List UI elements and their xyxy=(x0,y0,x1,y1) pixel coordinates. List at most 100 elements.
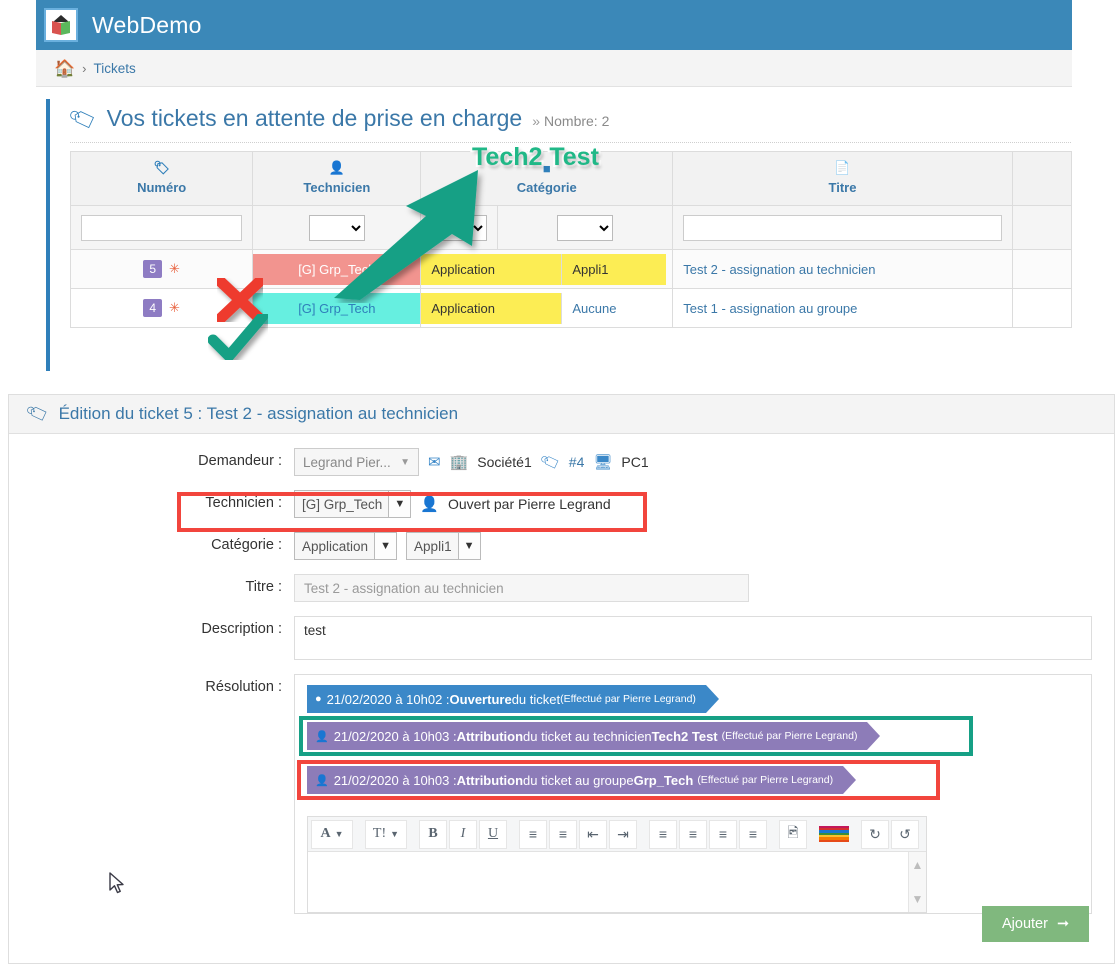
align-justify-icon[interactable]: ≡ xyxy=(739,819,767,849)
ticket-number-badge: 4 xyxy=(143,299,163,317)
ticket-list-panel: 🏷 Vos tickets en attente de prise en cha… xyxy=(46,99,1072,371)
editor-content-area[interactable]: ▲ ▼ xyxy=(308,852,926,912)
filter-input-titre[interactable] xyxy=(683,214,1002,241)
align-left-icon[interactable]: ≡ xyxy=(649,819,677,849)
technicien-select[interactable]: [G] Grp_Tech ▼ xyxy=(294,490,412,518)
field-row-titre: Titre : Test 2 - assignation au technici… xyxy=(9,574,1114,602)
chevron-down-icon: ▼ xyxy=(457,533,480,559)
categorie-select[interactable]: Application ▼ xyxy=(294,532,398,560)
filter-input-numero[interactable] xyxy=(81,214,243,241)
envelope-icon[interactable]: ✉ xyxy=(428,453,441,471)
demandeur-select[interactable]: Legrand Pier... ▼ xyxy=(294,448,419,476)
outdent-icon[interactable]: ⇤ xyxy=(579,819,607,849)
screenshot-root: WebDemo 🏠 › Tickets 🏷 Vos tickets en att… xyxy=(0,0,1115,964)
cell-titre[interactable]: Test 1 - assignation au groupe xyxy=(672,288,1013,328)
cell-extra xyxy=(1011,288,1072,328)
timeline-bar: 👤 21/02/2020 à 10h03 : Attribution du ti… xyxy=(307,722,881,750)
filter-cell-extra xyxy=(1011,205,1072,250)
field-row-description: Description : test xyxy=(9,616,1114,660)
label-titre: Titre : xyxy=(245,579,282,595)
underline-icon[interactable]: U xyxy=(479,819,507,849)
divider xyxy=(70,142,1072,143)
ticket-number-badge: 5 xyxy=(143,260,163,278)
gear-icon[interactable]: ✳ xyxy=(169,261,180,276)
ticket-icon: 🏷 xyxy=(66,104,100,135)
timeline-target: Tech2 Test xyxy=(651,728,718,744)
titre-input[interactable]: Test 2 - assignation au technicien xyxy=(294,574,749,602)
add-button[interactable]: Ajouter ➞ xyxy=(982,906,1090,942)
editor-scrollbar[interactable]: ▲ ▼ xyxy=(908,852,926,912)
description-textarea[interactable]: test xyxy=(294,616,1092,660)
filter-cell-titre xyxy=(672,205,1013,250)
timeline-bar: 👤 21/02/2020 à 10h03 : Attribution du ti… xyxy=(307,766,857,794)
result-count: » Nombre: 2 xyxy=(532,113,609,129)
timeline-target: Grp_Tech xyxy=(633,772,694,788)
chevron-down-icon: ▼ xyxy=(400,456,410,468)
timeline-detail: du ticket xyxy=(511,691,561,707)
field-row-technicien: Technicien : [G] Grp_Tech ▼ 👤 Ouvert par… xyxy=(9,490,1114,518)
description-value: test xyxy=(304,623,326,638)
demandeur-company: Société1 xyxy=(477,454,532,470)
bold-icon[interactable]: B xyxy=(419,819,447,849)
label-technicien: Technicien : xyxy=(205,495,282,511)
add-button-label: Ajouter xyxy=(1002,916,1048,932)
chevron-down-icon: ▼ xyxy=(388,491,411,517)
column-header-titre[interactable]: 📄 Titre xyxy=(672,151,1013,206)
ticket-title-link[interactable]: Test 1 - assignation au groupe xyxy=(683,301,857,316)
font-color-icon[interactable]: A ▼ xyxy=(311,819,353,849)
breadcrumb-item-tickets[interactable]: Tickets xyxy=(94,61,136,76)
align-center-icon[interactable]: ≡ xyxy=(679,819,707,849)
timeline-item: ● 21/02/2020 à 10h02 : Ouverture du tick… xyxy=(307,685,1079,713)
cube-logo-icon xyxy=(44,8,78,42)
timeline-action: Attribution xyxy=(456,728,524,744)
gear-icon[interactable]: ✳ xyxy=(169,300,180,315)
redo-icon[interactable]: ↺ xyxy=(891,819,919,849)
document-icon: 📄 xyxy=(834,160,851,175)
cell-titre[interactable]: Test 2 - assignation au technicien xyxy=(672,249,1013,289)
monitor-icon: 🖥 xyxy=(593,454,613,471)
filter-select-sous-categorie[interactable] xyxy=(557,214,614,241)
circle-icon: ● xyxy=(315,693,322,705)
ticket-edit-title: Édition du ticket 5 : Test 2 - assignati… xyxy=(58,404,459,423)
ticket-list-window: WebDemo 🏠 › Tickets 🏷 Vos tickets en att… xyxy=(36,0,1072,372)
cell-extra xyxy=(1011,249,1072,289)
ticket-title-link[interactable]: Test 2 - assignation au technicien xyxy=(683,262,875,277)
demandeur-device: PC1 xyxy=(621,454,649,470)
demandeur-value: Legrand Pier... xyxy=(303,454,391,470)
home-icon[interactable]: 🏠 xyxy=(54,60,75,77)
titre-value: Test 2 - assignation au technicien xyxy=(304,580,504,596)
undo-icon[interactable]: ↻ xyxy=(861,819,889,849)
tag-icon: 🏷 xyxy=(153,160,170,175)
unordered-list-icon[interactable]: ≡ xyxy=(519,819,547,849)
timeline-action: Attribution xyxy=(456,772,524,788)
chevron-up-icon[interactable]: ▲ xyxy=(912,858,924,872)
user-icon: 👤 xyxy=(420,496,439,513)
count-label: Nombre: 2 xyxy=(544,113,610,129)
column-header-numero[interactable]: 🏷 Numéro xyxy=(69,151,254,206)
user-icon: 👤 xyxy=(315,774,329,787)
align-right-icon[interactable]: ≡ xyxy=(709,819,737,849)
sous-categorie-value: Appli1 xyxy=(561,253,667,285)
ticket-icon: 🏷 xyxy=(24,400,52,427)
timeline-date: 21/02/2020 à 10h03 : xyxy=(333,772,457,788)
categorie-value: Application xyxy=(302,538,369,554)
ordered-list-icon[interactable]: ≡ xyxy=(549,819,577,849)
chevron-down-icon[interactable]: ▼ xyxy=(912,892,924,906)
label-resolution: Résolution : xyxy=(205,679,282,695)
sous-categorie-select[interactable]: Appli1 ▼ xyxy=(406,532,481,560)
demandeur-ticket-ref[interactable]: #4 xyxy=(569,454,585,470)
color-palette-icon[interactable] xyxy=(819,820,849,849)
ticket-edit-header: 🏷 Édition du ticket 5 : Test 2 - assigna… xyxy=(9,395,1114,434)
insert-image-icon[interactable]: 🖻 xyxy=(779,819,807,849)
column-label: Titre xyxy=(828,180,857,195)
building-icon: 🏢 xyxy=(449,454,469,471)
field-row-demandeur: Demandeur : Legrand Pier... ▼ ✉ 🏢 Sociét… xyxy=(9,448,1114,476)
italic-icon[interactable]: I xyxy=(449,819,477,849)
font-size-icon[interactable]: T! ▼ xyxy=(365,819,407,849)
editor-toolbar: A ▼ T! ▼ B I U ≡ ≡ ⇤ ⇥ ≡ ≡ ≡ ≡ 🖻 ↻ ↺ xyxy=(308,817,926,852)
sous-categorie-value: Aucune xyxy=(561,292,666,324)
indent-icon[interactable]: ⇥ xyxy=(609,819,637,849)
ticket-icon: 🏷 xyxy=(538,451,563,474)
filter-cell-numero xyxy=(69,205,254,250)
sous-categorie-value: Appli1 xyxy=(414,538,452,554)
